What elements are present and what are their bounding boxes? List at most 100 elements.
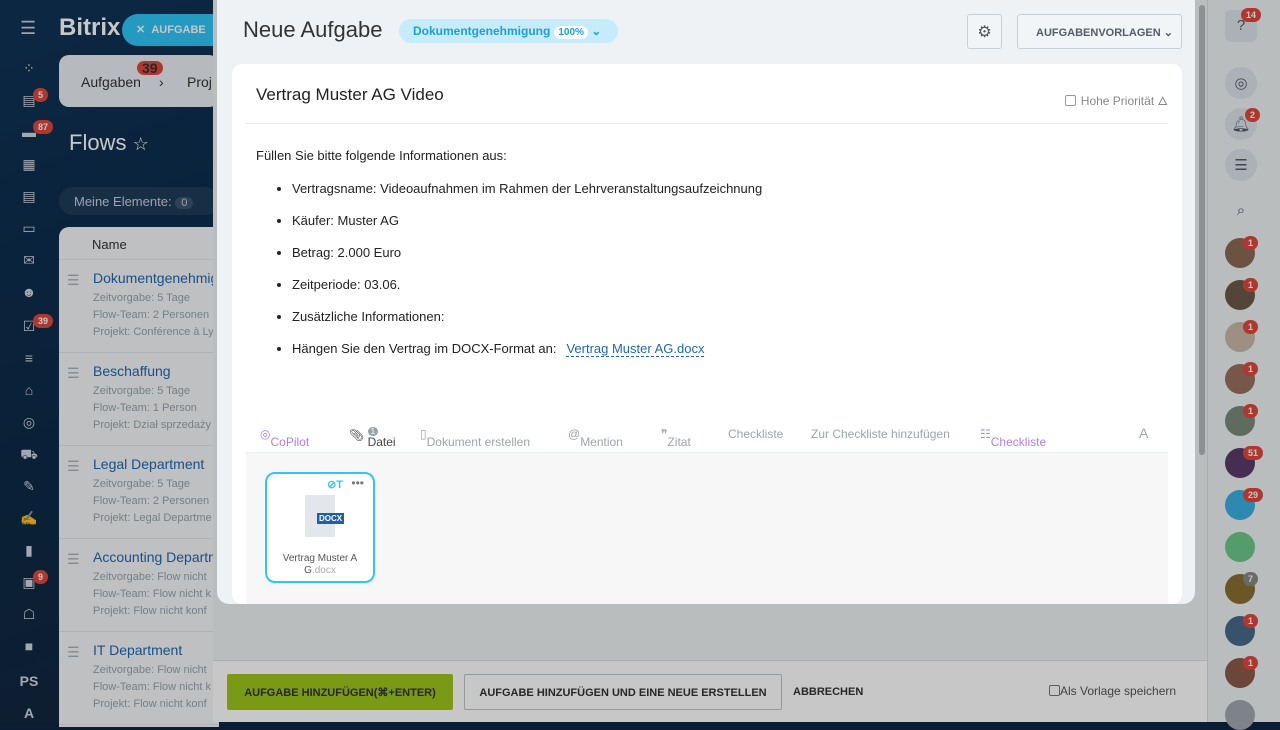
star-icon[interactable]: ☆ <box>133 134 149 154</box>
description-intro: Füllen Sie bitte folgende Informationen … <box>256 148 507 163</box>
avatar-badge: 7 <box>1243 572 1259 586</box>
flow-name[interactable]: Legal Department <box>93 456 219 472</box>
description-editor[interactable]: Füllen Sie bitte folgende Informationen … <box>256 148 762 373</box>
nav-ps[interactable]: PS <box>19 673 39 691</box>
crumb-chevron: › <box>159 74 164 90</box>
add-and-new-button[interactable]: AUFGABE HINZUFÜGEN UND EINE NEUE ERSTELL… <box>464 674 782 710</box>
groups-icon[interactable]: ☻ <box>19 284 39 302</box>
drag-handle-icon[interactable]: ☰ <box>67 644 80 661</box>
flow-row[interactable]: ☰ IT Department Zeitvorgabe: Flow nicht Flo… <box>59 632 219 725</box>
flow-name: Dokumentgenehmigung <box>413 24 551 38</box>
bank-icon[interactable]: ⌂ <box>19 382 39 400</box>
crm-badge: 9 <box>33 570 49 584</box>
filter-icon[interactable]: ≡ <box>19 350 39 368</box>
edit-icon[interactable]: ✎ <box>19 478 39 496</box>
task-form-card: Vertrag Muster AG Video Hohe Priorität 🜂… <box>232 64 1182 604</box>
checklist-ai-label: Checkliste <box>990 435 1047 449</box>
avatar[interactable] <box>1225 532 1255 562</box>
my-items-count: 0 <box>175 197 194 209</box>
attachment-link[interactable]: Vertrag Muster AG.docx <box>566 341 705 357</box>
robot-icon[interactable]: ☖ <box>19 606 39 624</box>
flame-icon: 🜂 <box>1157 94 1169 108</box>
divider <box>246 123 1168 124</box>
drag-handle-icon[interactable]: ☰ <box>67 458 80 475</box>
flow-name[interactable]: Accounting Departm <box>93 549 219 565</box>
avatar-badge: 1 <box>1243 656 1259 670</box>
docs-icon[interactable]: ▤ <box>19 188 39 206</box>
sites-icon[interactable]: ⁘ <box>19 60 39 78</box>
gear-icon: ⚙ <box>977 24 992 41</box>
list-item: Käufer: Muster AG <box>292 213 762 228</box>
mention-button[interactable]: @ Mention <box>568 427 623 449</box>
sign-icon[interactable]: ✍ <box>19 510 39 528</box>
calendar-icon[interactable]: ▦ <box>19 156 39 174</box>
flow-meta: Projekt: Legal Departme <box>93 512 212 524</box>
flow-selector[interactable]: Dokumentgenehmigung 100% ⌄ <box>399 19 618 43</box>
drag-handle-icon[interactable]: ☰ <box>67 551 80 568</box>
avatar-badge: 29 <box>1243 488 1264 502</box>
add-to-checklist-button[interactable]: Zur Checkliste hinzufügen <box>811 427 950 441</box>
flow-row[interactable]: ☰ Beschaffung Zeitvorgabe: 5 Tage Flow-Team… <box>59 353 219 446</box>
column-name-header[interactable]: Name <box>59 227 219 260</box>
flow-meta: Projekt: Conférence à Ly <box>93 326 214 338</box>
templates-label: AUFGABENVORLAGEN <box>1036 27 1161 39</box>
breadcrumb: Aufgaben 39 › Proj <box>59 55 219 107</box>
my-items-label: Meine Elemente: <box>74 194 172 209</box>
my-items-filter[interactable]: Meine Elemente: 0 <box>59 187 219 215</box>
chat-icon[interactable]: ☰ <box>1225 149 1257 181</box>
close-slider-button[interactable]: ✕ AUFGABE <box>122 14 222 46</box>
box-icon[interactable]: ■ <box>19 638 39 656</box>
drag-handle-icon[interactable]: ☰ <box>67 272 80 289</box>
save-as-template-checkbox[interactable]: Als Vorlage speichern <box>1049 684 1176 698</box>
checklist-ai-button[interactable]: ☷ Checkliste <box>980 427 1046 449</box>
flow-meta: Zeitvorgabe: Flow nicht <box>93 664 207 676</box>
flow-name[interactable]: Dokumentgenehmig <box>93 270 219 286</box>
checklist-button[interactable]: Checkliste <box>728 427 783 441</box>
settings-button[interactable]: ⚙ <box>967 14 1002 49</box>
flow-row[interactable]: ☰ Legal Department Zeitvorgabe: 5 Tage Flow… <box>59 446 219 539</box>
flow-meta: Flow-Team: 1 Person <box>93 402 197 414</box>
flow-meta: Projekt: Flow nicht konf <box>93 698 207 710</box>
file-name: Vertrag Muster A G.docx <box>273 553 367 577</box>
copilot-button[interactable]: ◎ CoPilot <box>260 427 309 449</box>
flows-title: Flows ☆ <box>69 130 149 156</box>
flow-name[interactable]: IT Department <box>93 642 219 658</box>
checkbox[interactable] <box>1049 685 1060 696</box>
drag-handle-icon[interactable]: ☰ <box>67 365 80 382</box>
more-icon[interactable]: ••• <box>351 476 364 490</box>
list-item: Zeitperiode: 03.06. <box>292 277 762 292</box>
crumb-tasks-badge: 39 <box>137 61 163 75</box>
create-document-button[interactable]: ▯ Dokument erstellen <box>420 427 530 449</box>
quote-button[interactable]: ❞ Zitat <box>661 427 691 449</box>
edit-text-icon[interactable]: ⊘T <box>327 478 343 491</box>
task-title-input[interactable]: Vertrag Muster AG Video <box>256 85 444 105</box>
crumb-projects[interactable]: Proj <box>187 74 212 90</box>
copilot-icon[interactable]: ◎ <box>1225 67 1257 99</box>
checkbox[interactable] <box>1064 95 1076 106</box>
attachments-area: ⊘T ••• DOCX Vertrag Muster A G.docx <box>246 453 1168 604</box>
templates-button[interactable]: AUFGABENVORLAGEN ⌄ <box>1017 14 1182 49</box>
format-button[interactable]: A <box>1139 425 1148 441</box>
scrollbar[interactable] <box>1199 5 1205 455</box>
add-task-button[interactable]: AUFGABE HINZUFÜGEN(⌘+ENTER) <box>227 674 453 710</box>
flow-meta: Projekt: Flow nicht konf <box>93 605 207 617</box>
drive-icon[interactable]: ▭ <box>19 220 39 238</box>
crumb-tasks[interactable]: Aufgaben <box>81 74 141 90</box>
search-icon[interactable]: ⌕ <box>1225 195 1257 227</box>
mail-icon[interactable]: ✉ <box>19 252 39 270</box>
flow-row[interactable]: ☰ Accounting Departm Zeitvorgabe: Flow nic… <box>59 539 219 632</box>
flow-name[interactable]: Beschaffung <box>93 363 219 379</box>
file-tile[interactable]: ⊘T ••• DOCX Vertrag Muster A G.docx <box>265 472 375 583</box>
cart-icon[interactable]: ⛟ <box>19 446 39 464</box>
cancel-button[interactable]: ABBRECHEN <box>793 674 863 710</box>
file-button[interactable]: 📎︎ Datei 1 <box>349 427 396 449</box>
high-priority-checkbox[interactable]: Hohe Priorität 🜂 <box>1064 87 1169 112</box>
avatar[interactable] <box>1225 700 1255 730</box>
tasks-badge: 39 <box>33 314 54 328</box>
menu-icon[interactable]: ☰ <box>20 18 36 39</box>
nav-a[interactable]: A <box>19 705 39 723</box>
flow-meta: Flow-Team: Flow nicht k <box>93 681 211 693</box>
analytics-icon[interactable]: ▮ <box>19 542 39 560</box>
target-icon[interactable]: ◎ <box>19 414 39 432</box>
flow-row[interactable]: ☰ Dokumentgenehmig Zeitvorgabe: 5 Tage Flow… <box>59 260 219 353</box>
